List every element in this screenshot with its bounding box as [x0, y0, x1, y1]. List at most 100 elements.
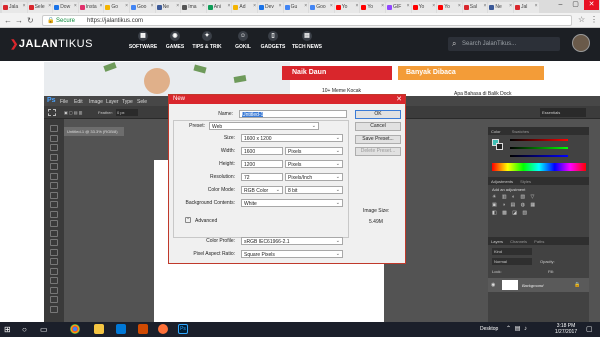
workspace-select[interactable]: Essentials [540, 108, 586, 117]
browser-tab[interactable]: Ne × [155, 2, 181, 13]
ps-tool-icon[interactable] [50, 229, 58, 237]
ps-menu-item[interactable]: Edit [74, 99, 83, 105]
desktop-toolbar-label[interactable]: Desktop [480, 326, 498, 332]
color-mode-select[interactable]: RGB Color ⌄ [241, 186, 283, 194]
browser-tab[interactable]: Yo × [437, 2, 462, 13]
resolution-input[interactable]: 72 [241, 173, 283, 181]
height-unit-select[interactable]: Pixels ⌄ [285, 160, 343, 168]
tab-close-icon[interactable]: × [23, 3, 26, 9]
promo-banner[interactable] [44, 62, 290, 96]
site-logo[interactable]: ❯JALANTIKUS [10, 38, 93, 50]
tab-close-icon[interactable]: × [381, 3, 384, 9]
tab-close-icon[interactable]: × [74, 3, 77, 9]
cancel-button[interactable]: Cancel [355, 122, 401, 131]
tray-icons[interactable]: ⌃ ▤ ♪ [506, 325, 528, 332]
tab-color[interactable]: Color [491, 129, 501, 134]
ps-tool-icon[interactable] [50, 305, 58, 313]
marquee-tool-icon[interactable] [48, 109, 56, 116]
ok-button[interactable]: OK [355, 110, 401, 119]
browser-tab[interactable]: Yo × [334, 2, 360, 13]
task-view-icon[interactable]: ▭ [40, 325, 48, 334]
nav-item[interactable]: ▯ GADGETS [256, 31, 290, 50]
ps-menu-item[interactable]: Sele [137, 99, 147, 105]
nav-item[interactable]: ▤ TECH NEWS [290, 31, 324, 50]
site-search-input[interactable]: ⌕ Search JalanTikus... [448, 37, 560, 51]
tab-channels[interactable]: Channels [510, 239, 527, 244]
browser-tab[interactable]: Gu × [283, 2, 309, 13]
ps-tool-icon[interactable] [50, 277, 58, 284]
browser-tab[interactable]: Go × [104, 2, 129, 13]
back-icon[interactable]: ← [4, 16, 12, 25]
blend-mode-select[interactable]: Normal [492, 258, 532, 265]
nav-item[interactable]: ◉ GAMES [158, 31, 192, 50]
ps-tool-icon[interactable] [50, 144, 58, 151]
tab-swatches[interactable]: Swatches [512, 129, 529, 134]
ps-tool-icon[interactable] [50, 191, 58, 199]
tab-close-icon[interactable]: × [407, 3, 410, 9]
browser-tab[interactable]: Jal × [514, 2, 539, 13]
chrome-icon[interactable] [70, 324, 80, 334]
nav-item[interactable]: ▦ SOFTWARE [126, 31, 160, 50]
adjustment-icons[interactable]: ◧ ▩ ◪ ▧ [492, 210, 529, 216]
tab-close-icon[interactable]: × [330, 3, 333, 9]
width-input[interactable]: 1600 [241, 147, 283, 155]
save-preset-button[interactable]: Save Preset... [355, 135, 401, 144]
color-profile-select[interactable]: sRGB IEC61966-2.1 ⌄ [241, 237, 343, 245]
edge-icon[interactable] [116, 324, 126, 334]
window-close-icon[interactable]: ✕ [584, 0, 599, 10]
adjustment-icons[interactable]: ☀ ▥ ◐ ▨ ▽ [492, 194, 536, 200]
color-spectrum[interactable] [492, 163, 586, 171]
tab-close-icon[interactable]: × [176, 3, 179, 9]
browser-tab[interactable]: GIF × [386, 2, 411, 13]
bit-depth-select[interactable]: 8 bit ⌄ [285, 186, 343, 194]
tab-close-icon[interactable]: × [227, 3, 230, 9]
tab-close-icon[interactable]: × [151, 3, 154, 9]
browser-tab[interactable]: Sele × [27, 2, 53, 13]
tab-close-icon[interactable]: × [355, 3, 358, 9]
pixel-aspect-select[interactable]: Square Pixels ⌄ [241, 250, 343, 258]
browser-tab[interactable]: Goo × [309, 2, 334, 13]
ps-tool-icon[interactable] [50, 210, 58, 218]
firefox-icon[interactable] [158, 324, 168, 334]
browser-tab[interactable]: Yo × [360, 2, 385, 13]
ps-tool-icon[interactable] [50, 296, 58, 303]
notifications-icon[interactable]: ▢ [586, 325, 593, 333]
browser-tab[interactable]: Jala × [2, 2, 27, 13]
forward-icon[interactable]: → [15, 16, 23, 25]
tab-layers[interactable]: Layers [491, 239, 503, 244]
tab-close-icon[interactable]: × [458, 3, 461, 9]
red-slider[interactable] [510, 139, 568, 141]
browser-tab[interactable]: Dow × [53, 2, 78, 13]
minimize-icon[interactable]: – [553, 0, 568, 10]
tab-close-icon[interactable]: × [253, 3, 256, 9]
advanced-toggle-icon[interactable]: ⌃ [185, 217, 191, 223]
url-input[interactable]: 🔒 Secure https://jalantikus.com [42, 15, 572, 26]
ps-tool-icon[interactable] [50, 172, 58, 180]
ps-tool-icon[interactable] [50, 220, 58, 227]
tab-close-icon[interactable]: × [483, 3, 486, 9]
browser-tab[interactable]: Sal × [462, 2, 488, 13]
tab-close-icon[interactable]: × [535, 3, 538, 9]
tab-adjustments[interactable]: Adjustments [491, 179, 513, 184]
preset-select[interactable]: Web ⌄ [209, 122, 319, 130]
size-select[interactable]: 1600 x 1200 ⌄ [241, 134, 343, 142]
layer-filter-select[interactable]: Kind [492, 248, 532, 255]
ps-tool-icon[interactable] [50, 267, 58, 275]
nav-item[interactable]: ✦ TIPS & TRIK [190, 31, 224, 50]
adjustment-icons[interactable]: ▣ ◑ ▤ ◍ ▦ [492, 202, 537, 208]
tab-close-icon[interactable]: × [304, 3, 307, 9]
browser-tab[interactable]: Dev × [258, 2, 283, 13]
tab-paths[interactable]: Paths [534, 239, 544, 244]
browser-tab[interactable]: Goo × [130, 2, 155, 13]
ps-tool-icon[interactable] [50, 125, 58, 132]
name-input[interactable]: Untitled-1 [242, 112, 264, 117]
tab-close-icon[interactable]: × [432, 3, 435, 9]
background-contents-select[interactable]: White ⌄ [241, 199, 343, 207]
ps-tool-icon[interactable] [50, 201, 58, 208]
search-icon[interactable]: ○ [22, 325, 27, 334]
ps-tool-icon[interactable] [50, 258, 58, 265]
tab-close-icon[interactable]: × [509, 3, 512, 9]
tab-close-icon[interactable]: × [202, 3, 205, 9]
tab-styles[interactable]: Styles [520, 179, 531, 184]
browser-tab[interactable]: Insta × [78, 2, 104, 13]
